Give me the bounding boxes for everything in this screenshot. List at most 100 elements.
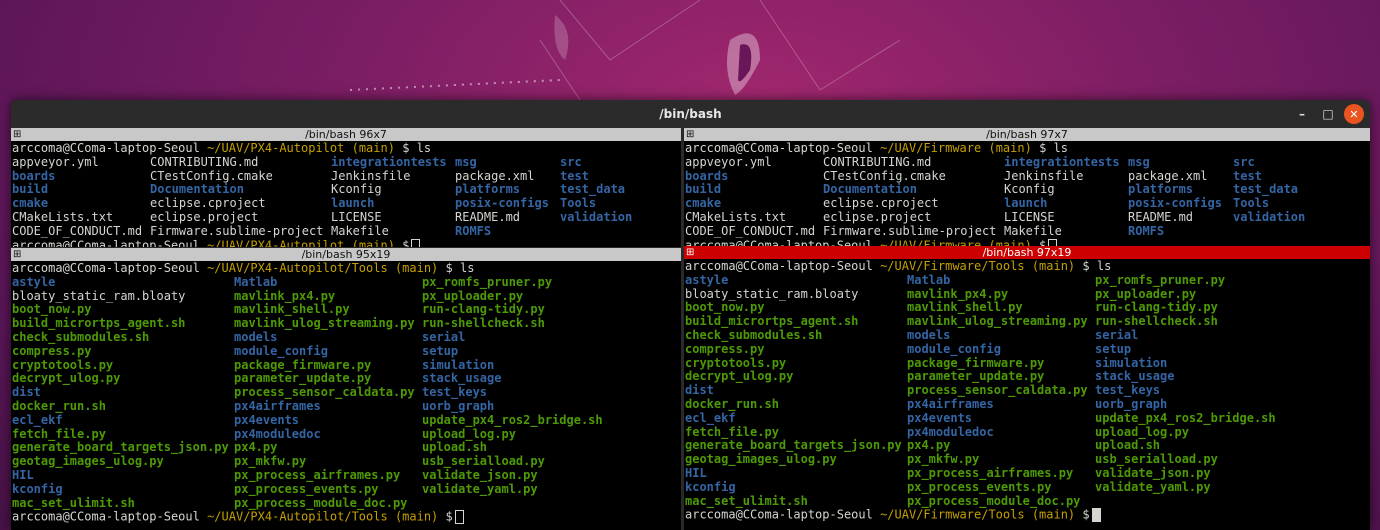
- file-entry: CONTRIBUTING.md: [150, 154, 259, 169]
- file-entry: package.xml: [455, 168, 535, 183]
- directory-entry: test_keys: [1095, 383, 1161, 398]
- prompt-user: arccoma@CComa-laptop-Seoul: [685, 259, 881, 273]
- ls-output-row: HIL px_process_airframes.py validate_json.…: [685, 465, 1370, 481]
- executable-entry: mavlink_shell.py: [907, 300, 1023, 315]
- ls-output-row: astyle Matlab px_romfs_pruner.py: [685, 273, 1370, 288]
- executable-entry: generate_board_targets_json.py: [685, 438, 902, 453]
- executable-entry: check_submodules.sh: [12, 329, 150, 344]
- terminal-output[interactable]: arccoma@CComa-laptop-Seoul ~/UAV/PX4-Aut…: [12, 141, 681, 247]
- maximize-button[interactable]: □: [1318, 104, 1338, 124]
- file-entry: eclipse.cproject: [150, 196, 266, 211]
- file-entry: README.md: [455, 209, 521, 224]
- executable-entry: decrypt_ulog.py: [685, 369, 794, 384]
- close-button[interactable]: ✕: [1344, 104, 1364, 124]
- prompt-branch: (main): [351, 141, 395, 155]
- split-pane-icon[interactable]: ⊞: [13, 129, 21, 140]
- executable-entry: px_process_module_doc.py: [234, 495, 408, 510]
- split-pane-icon[interactable]: ⊞: [686, 247, 694, 258]
- ls-output-row: docker_run.sh px4airframes uorb_graph: [685, 396, 1370, 412]
- prompt-command: $ ls: [1082, 259, 1112, 273]
- executable-entry: px_process_airframes.py: [907, 465, 1074, 480]
- executable-entry: validate_json.py: [422, 467, 538, 482]
- file-entry: CTestConfig.cmake: [150, 168, 273, 183]
- directory-entry: astyle: [12, 274, 56, 289]
- directory-entry: dist: [685, 383, 714, 398]
- executable-entry: run-shellcheck.sh: [1095, 314, 1218, 329]
- executable-entry: build_micrortps_agent.sh: [685, 314, 859, 329]
- terminal-pane-bottom-left[interactable]: ⊞/bin/bash 95x19 arccoma@CComa-laptop-Seo…: [11, 248, 681, 530]
- prompt-user: arccoma@CComa-laptop-Seoul: [12, 261, 208, 275]
- ls-output-row: fetch_file.py px4moduledoc upload_log.py: [12, 426, 681, 442]
- ls-output-row: build_micrortps_agent.sh mavlink_ulog_str…: [685, 314, 1370, 329]
- file-entry: Jenkinsfile: [331, 168, 411, 183]
- executable-entry: upload_log.py: [422, 426, 516, 441]
- prompt-path: ~/UAV/PX4-Autopilot/Tools: [207, 509, 388, 524]
- terminal-pane-top-left[interactable]: ⊞/bin/bash 96x7 arccoma@CComa-laptop-Seou…: [11, 128, 681, 247]
- executable-entry: compress.py: [685, 341, 765, 356]
- ls-output-row: appveyor.yml CONTRIBUTING.md integrationte…: [12, 154, 681, 170]
- terminal-cursor: [1091, 508, 1101, 523]
- file-entry: README.md: [1128, 209, 1194, 224]
- executable-entry: docker_run.sh: [685, 396, 779, 411]
- prompt-path: ~/UAV/PX4-Autopilot: [207, 141, 345, 155]
- pane-title[interactable]: ⊞ /bin/bash 97x19: [684, 246, 1370, 259]
- ls-output-row: bloaty_static_ram.bloaty mavlink_px4.py px…: [685, 286, 1370, 302]
- split-pane-icon[interactable]: ⊞: [13, 249, 21, 260]
- executable-entry: decrypt_ulog.py: [12, 371, 121, 386]
- executable-entry: parameter_update.py: [907, 369, 1045, 384]
- ls-output-row: compress.py module_config setup: [12, 344, 681, 359]
- directory-entry: dist: [12, 385, 41, 400]
- directory-entry: simulation: [422, 357, 495, 372]
- executable-entry: px_mkfw.py: [234, 454, 307, 469]
- window-titlebar[interactable]: /bin/bash – □ ✕: [11, 100, 1370, 128]
- pane-title[interactable]: ⊞ /bin/bash 96x7: [11, 128, 681, 141]
- directory-entry: Tools: [1233, 196, 1270, 211]
- terminal-output[interactable]: arccoma@CComa-laptop-Seoul ~/UAV/Firmwar…: [685, 259, 1370, 530]
- ls-output-row: generate_board_targets_json.py px4.py uplo…: [685, 439, 1370, 453]
- file-entry: bloaty_static_ram.bloaty: [685, 286, 859, 301]
- terminal-pane-top-right[interactable]: ⊞/bin/bash 97x7 arccoma@CComa-laptop-Seou…: [684, 128, 1370, 247]
- pane-title[interactable]: ⊞ /bin/bash 95x19: [11, 248, 681, 261]
- prompt-command: $ ls: [445, 261, 475, 275]
- directory-entry: models: [234, 329, 278, 344]
- file-entry: package.xml: [1128, 168, 1208, 183]
- executable-entry: mavlink_ulog_streaming.py: [234, 316, 415, 331]
- pane-title-text: /bin/bash 97x19: [982, 246, 1072, 259]
- executable-entry: fetch_file.py: [685, 424, 779, 439]
- directory-entry: serial: [422, 329, 466, 344]
- prompt-line-current: arccoma@CComa-laptop-Seoul ~/UAV/PX4-Aut…: [12, 509, 681, 525]
- ls-output-row: cryptotools.py package_firmware.py simulat…: [685, 355, 1370, 371]
- ls-output-row: bloaty_static_ram.bloaty mavlink_px4.py px…: [12, 288, 681, 304]
- ls-output-row: check_submodules.sh models serial: [12, 329, 681, 345]
- directory-entry: posix-configs: [455, 196, 549, 211]
- terminal-output[interactable]: arccoma@CComa-laptop-Seoul ~/UAV/PX4-Aut…: [12, 261, 681, 530]
- directory-entry: build: [685, 182, 722, 197]
- terminal-output[interactable]: arccoma@CComa-laptop-Seoul ~/UAV/Firmwar…: [685, 141, 1370, 247]
- ls-output-row: boards CTestConfig.cmake Jenkinsfile packag…: [12, 168, 681, 184]
- ls-output-row: boards CTestConfig.cmake Jenkinsfile packag…: [685, 168, 1370, 184]
- prompt-line-current: arccoma@CComa-laptop-Seoul ~/UAV/Firmwar…: [685, 508, 1370, 523]
- executable-entry: cryptotools.py: [685, 355, 787, 370]
- ls-output-row: mac_set_ulimit.sh px_process_module_doc.p…: [12, 495, 681, 511]
- directory-entry: platforms: [1128, 182, 1194, 197]
- split-pane-icon[interactable]: ⊞: [686, 129, 694, 140]
- directory-entry: px4events: [234, 412, 300, 427]
- ls-output-row: decrypt_ulog.py parameter_update.py stack_…: [685, 370, 1370, 384]
- file-entry: Makefile: [1004, 223, 1062, 238]
- ls-output-row: CODE_OF_CONDUCT.md Firmware.sublime-proje…: [685, 223, 1370, 239]
- pane-title[interactable]: ⊞ /bin/bash 97x7: [684, 128, 1370, 141]
- directory-entry: ecl_ekf: [685, 410, 736, 425]
- ls-output-row: geotag_images_ulog.py px_mkfw.py usb_seria…: [685, 452, 1370, 467]
- directory-entry: kconfig: [685, 479, 736, 494]
- minimize-button[interactable]: –: [1292, 104, 1312, 124]
- executable-entry: mavlink_px4.py: [234, 288, 336, 303]
- executable-entry: build_micrortps_agent.sh: [12, 316, 186, 331]
- ls-output-row: docker_run.sh px4airframes uorb_graph: [12, 399, 681, 414]
- directory-entry: px4moduledoc: [234, 426, 321, 441]
- directory-entry: uorb_graph: [1095, 396, 1168, 411]
- directory-entry: src: [1233, 154, 1255, 169]
- prompt-line: arccoma@CComa-laptop-Seoul ~/UAV/Firmwar…: [685, 141, 1370, 156]
- prompt-command: $: [445, 509, 453, 524]
- file-entry: CMakeLists.txt: [12, 209, 114, 224]
- terminal-pane-bottom-right[interactable]: ⊞ /bin/bash 97x19 arccoma@CComa-laptop-Seo…: [684, 246, 1370, 530]
